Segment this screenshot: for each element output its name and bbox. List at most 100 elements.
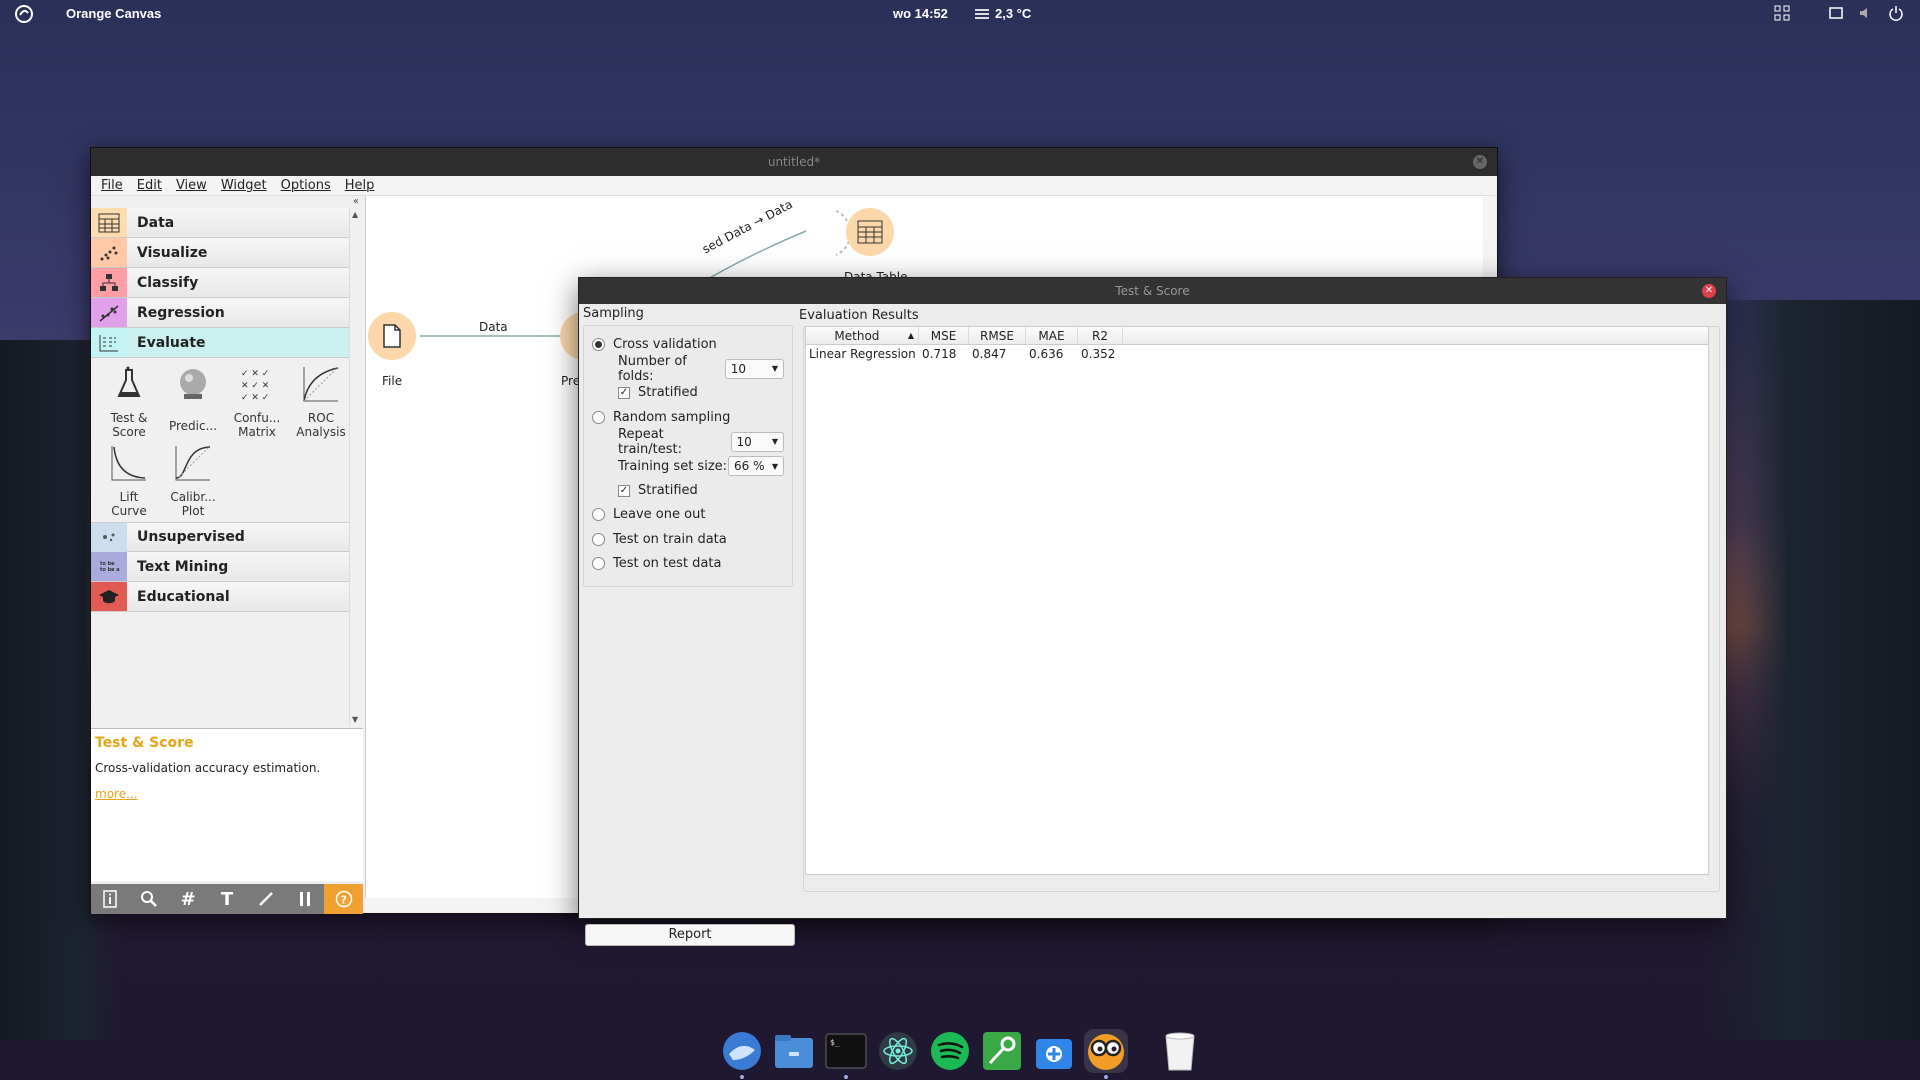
category-label: Regression xyxy=(137,304,225,321)
weather-indicator[interactable]: 2,3 °C xyxy=(975,6,1031,21)
menu-options[interactable]: Options xyxy=(281,178,331,193)
category-evaluate[interactable]: Evaluate xyxy=(91,328,349,358)
help-icon[interactable]: ? xyxy=(324,884,364,914)
system-logo-icon[interactable] xyxy=(14,4,34,24)
svg-text:✕ ✓ ✕: ✕ ✓ ✕ xyxy=(241,381,269,391)
system-tray xyxy=(1774,5,1904,21)
lift-curve-icon xyxy=(111,446,146,481)
browser-icon[interactable] xyxy=(720,1029,764,1079)
stratified-checkbox[interactable]: ✓ Stratified xyxy=(592,381,784,405)
notifications-icon[interactable] xyxy=(1828,5,1844,21)
category-classify[interactable]: Classify xyxy=(91,268,349,298)
repeat-combo[interactable]: 10 ▼ xyxy=(730,431,784,452)
node-data-table[interactable] xyxy=(846,208,894,256)
scroll-down-icon[interactable]: ▼ xyxy=(352,715,358,724)
info-icon[interactable] xyxy=(91,884,130,914)
trash-icon[interactable] xyxy=(1158,1029,1202,1073)
power-icon[interactable] xyxy=(1888,5,1904,21)
file-icon xyxy=(383,324,401,348)
stratified2-checkbox[interactable]: ✓ Stratified xyxy=(592,478,784,502)
col-r2[interactable]: R2 xyxy=(1078,327,1123,344)
widget-roc-analysis[interactable]: ROC Analysis xyxy=(289,364,353,439)
pause-icon[interactable] xyxy=(285,884,324,914)
workspaces-icon[interactable] xyxy=(1774,5,1790,21)
category-label: Classify xyxy=(137,274,199,291)
col-rmse[interactable]: RMSE xyxy=(969,327,1026,344)
report-button[interactable]: Report xyxy=(585,924,795,946)
widget-lift-curve[interactable]: Lift Curve xyxy=(97,443,161,518)
menubar: File Edit View Widget Options Help xyxy=(91,176,1497,196)
files-icon[interactable] xyxy=(772,1029,816,1073)
window-titlebar[interactable]: untitled* ✕ xyxy=(91,148,1497,176)
cell-mse: 0.718 xyxy=(922,347,957,361)
svg-text:?: ? xyxy=(340,894,346,907)
category-unsupervised[interactable]: Unsupervised xyxy=(91,522,349,552)
col-method[interactable]: Method ▲ xyxy=(806,327,919,344)
category-visualize[interactable]: Visualize xyxy=(91,238,349,268)
zoom-icon[interactable] xyxy=(130,884,169,914)
toolbox-scrollbar[interactable]: ▲ ▼ xyxy=(349,208,363,726)
appcenter-icon[interactable] xyxy=(1032,1029,1076,1073)
help-title: Test & Score xyxy=(95,735,194,751)
chevron-down-icon: ▼ xyxy=(771,364,778,374)
category-label: Visualize xyxy=(137,244,208,261)
category-text-mining[interactable]: to be to be a Text Mining xyxy=(91,552,349,582)
training-size-combo[interactable]: 66 % ▼ xyxy=(728,456,784,477)
widget-test-score[interactable]: Test & Score xyxy=(97,364,161,439)
terminal-icon[interactable]: $_ xyxy=(824,1029,868,1079)
folds-combo[interactable]: 10 ▼ xyxy=(724,358,784,379)
evaluation-results-box: Evaluation Results Method ▲ MSE RMSE MAE… xyxy=(799,308,1724,892)
help-description: Cross-validation accuracy estimation. xyxy=(95,761,321,775)
category-data[interactable]: Data xyxy=(91,208,349,238)
arrow-annotation-icon[interactable] xyxy=(246,884,285,914)
volume-icon[interactable] xyxy=(1858,5,1874,21)
col-mse[interactable]: MSE xyxy=(919,327,969,344)
menu-edit[interactable]: Edit xyxy=(137,178,162,193)
dialog-close-button[interactable]: ✕ xyxy=(1702,284,1716,298)
category-label: Educational xyxy=(137,588,230,605)
checkbox-label: Stratified xyxy=(638,483,698,499)
sort-ascending-icon: ▲ xyxy=(907,331,914,340)
radio-checked-icon xyxy=(592,337,605,351)
test-on-test-radio[interactable]: Test on test data xyxy=(592,552,784,576)
grid-icon[interactable]: # xyxy=(169,884,208,914)
collapse-toolbox-button[interactable]: « xyxy=(91,196,363,208)
folds-row: Number of folds: 10 ▼ xyxy=(592,354,784,384)
cell-mae: 0.636 xyxy=(1029,347,1064,361)
test-on-train-radio[interactable]: Test on train data xyxy=(592,527,784,551)
evaluate-widget-grid: Test & Score Predic... ✓ ✕ ✓ ✕ ✓ ✕ ✓ ✕ ✓ C… xyxy=(91,358,349,522)
leave-one-out-radio[interactable]: Leave one out xyxy=(592,503,784,527)
category-educational[interactable]: Educational xyxy=(91,582,349,612)
menu-file[interactable]: File xyxy=(101,178,123,193)
widget-confusion-matrix[interactable]: ✓ ✕ ✓ ✕ ✓ ✕ ✓ ✕ ✓ Confu... Matrix xyxy=(225,364,289,439)
menu-widget[interactable]: Widget xyxy=(221,178,267,193)
window-close-button[interactable]: ✕ xyxy=(1473,155,1487,169)
menu-help[interactable]: Help xyxy=(345,178,375,193)
category-label: Data xyxy=(137,214,175,231)
col-mae[interactable]: MAE xyxy=(1026,327,1078,344)
wallpaper-trees-right xyxy=(1700,300,1920,1040)
category-list: Data Visualize Classify Regression Evalu… xyxy=(91,208,349,726)
sampling-title: Sampling xyxy=(583,306,644,321)
widget-calibration-plot[interactable]: Calibr... Plot xyxy=(161,443,225,518)
widget-predictions[interactable]: Predic... xyxy=(161,364,225,439)
passwords-icon[interactable] xyxy=(980,1029,1024,1073)
results-table[interactable]: Method ▲ MSE RMSE MAE R2 Linear Regressi… xyxy=(805,326,1709,875)
spotify-icon[interactable] xyxy=(928,1029,972,1073)
orange-icon[interactable] xyxy=(1084,1029,1128,1079)
test-score-dialog: Test & Score ✕ Sampling Cross validation… xyxy=(578,277,1727,946)
active-app-name[interactable]: Orange Canvas xyxy=(66,6,161,21)
node-file[interactable] xyxy=(368,312,416,360)
scroll-up-icon[interactable]: ▲ xyxy=(352,210,358,219)
menu-view[interactable]: View xyxy=(176,178,207,193)
atom-icon[interactable] xyxy=(876,1029,920,1073)
cell-r2: 0.352 xyxy=(1081,347,1116,361)
text-annotation-icon[interactable]: T xyxy=(208,884,247,914)
clock[interactable]: wo 14:52 xyxy=(893,6,948,21)
table-row[interactable]: Linear Regression 0.718 0.847 0.636 0.35… xyxy=(806,345,1708,363)
help-more-link[interactable]: more... xyxy=(95,787,138,801)
table-header: Method ▲ MSE RMSE MAE R2 xyxy=(806,327,1708,345)
dialog-titlebar[interactable]: Test & Score ✕ xyxy=(579,278,1726,304)
category-regression[interactable]: Regression xyxy=(91,298,349,328)
combo-value: 10 xyxy=(736,434,752,449)
